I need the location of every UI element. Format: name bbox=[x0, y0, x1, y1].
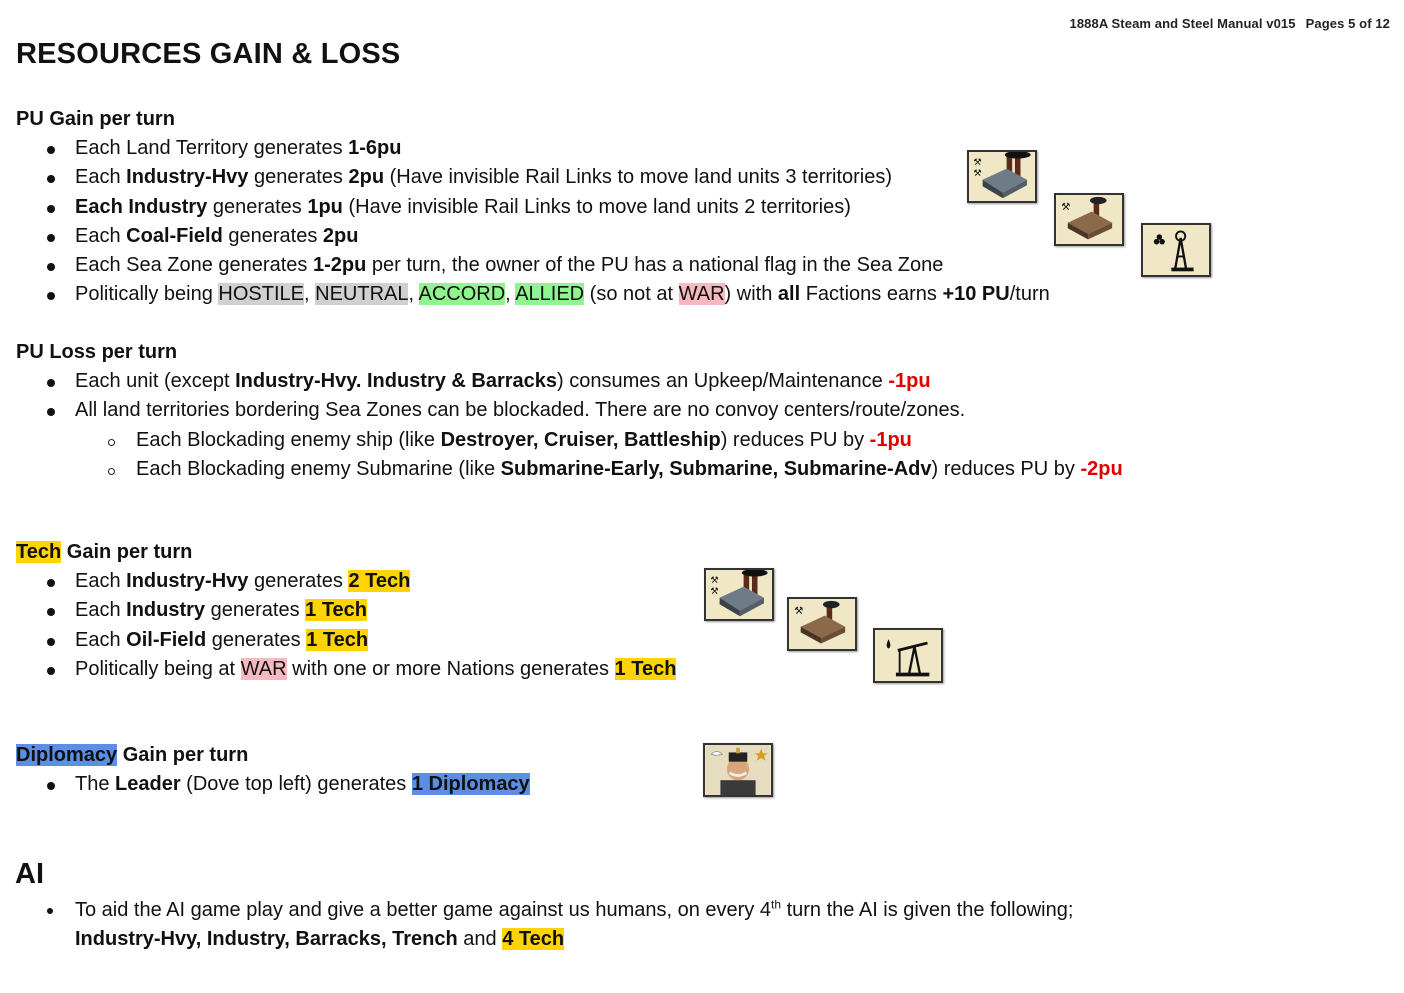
list-item: Each Industry-Hvy generates 2pu (Have in… bbox=[16, 163, 1050, 192]
industry-icon: ⚒ bbox=[1054, 193, 1124, 246]
sub-list-item: Each Blockading enemy ship (like Destroy… bbox=[16, 426, 1123, 455]
doc-title: 1888A Steam and Steel Manual v015 bbox=[1069, 16, 1296, 31]
war-tag: WAR bbox=[240, 657, 287, 680]
pu-loss-heading: PU Loss per turn bbox=[16, 341, 178, 363]
tech-gain-heading: Tech Gain per turn bbox=[16, 541, 193, 563]
accord-tag: ACCORD bbox=[418, 283, 506, 306]
allied-tag: ALLIED bbox=[515, 283, 585, 306]
leader-icon bbox=[703, 743, 773, 797]
industry-hvy-icon: ⚒ ⚒ bbox=[967, 150, 1037, 203]
war-tag: WAR bbox=[678, 283, 725, 306]
pu-loss-list: Each unit (except Industry-Hvy. Industry… bbox=[16, 367, 1123, 484]
list-item: Politically being HOSTILE, NEUTRAL, ACCO… bbox=[16, 280, 1050, 309]
list-item: Each Land Territory generates 1-6pu bbox=[16, 134, 1050, 163]
ai-heading: AI bbox=[15, 858, 44, 890]
svg-text:⚒: ⚒ bbox=[794, 606, 803, 617]
neutral-tag: NEUTRAL bbox=[315, 283, 409, 306]
pu-gain-heading: PU Gain per turn bbox=[16, 108, 175, 130]
diplomacy-gain-heading: Diplomacy Gain per turn bbox=[16, 744, 249, 766]
list-item: Each unit (except Industry-Hvy. Industry… bbox=[16, 367, 1123, 396]
list-item: Each Sea Zone generates 1-2pu per turn, … bbox=[16, 251, 1050, 280]
svg-text:⚒: ⚒ bbox=[710, 575, 718, 586]
oil-field-icon bbox=[873, 628, 943, 683]
tech-gain-section: Tech Gain per turn Each Industry-Hvy gen… bbox=[16, 538, 677, 684]
list-item: To aid the AI game play and give a bette… bbox=[16, 896, 1235, 955]
page-header: 1888A Steam and Steel Manual v015 Pages 5… bbox=[1070, 16, 1391, 31]
list-item: Each Coal-Field generates 2pu bbox=[16, 222, 1050, 251]
hostile-tag: HOSTILE bbox=[218, 283, 304, 306]
list-item: Politically being at WAR with one or mor… bbox=[16, 655, 677, 684]
industry-hvy-icon: ⚒ ⚒ bbox=[704, 568, 774, 621]
pu-gain-section: PU Gain per turn Each Land Territory gen… bbox=[16, 105, 1050, 310]
list-item: The Leader (Dove top left) generates 1 D… bbox=[16, 770, 530, 799]
list-item: Each Industry generates 1pu (Have invisi… bbox=[16, 193, 1050, 222]
list-item: Each Industry generates 1 Tech bbox=[16, 596, 676, 625]
svg-text:⚒: ⚒ bbox=[973, 157, 981, 168]
sub-list-item: Each Blockading enemy Submarine (like Su… bbox=[16, 455, 1123, 484]
list-item: All land territories bordering Sea Zones… bbox=[16, 396, 1123, 425]
pu-gain-list: Each Land Territory generates 1-6pu Each… bbox=[16, 134, 1050, 310]
diplomacy-gain-section: Diplomacy Gain per turn The Leader (Dove… bbox=[16, 741, 530, 799]
list-item: Each Oil-Field generates 1 Tech bbox=[16, 626, 676, 655]
page-count: Pages 5 of 12 bbox=[1305, 16, 1390, 31]
coal-field-icon bbox=[1141, 223, 1211, 277]
svg-text:⚒: ⚒ bbox=[973, 168, 981, 179]
svg-text:⚒: ⚒ bbox=[1061, 202, 1070, 213]
tech-gain-list: Each Industry-Hvy generates 2 Tech Each … bbox=[16, 567, 677, 684]
svg-text:⚒: ⚒ bbox=[710, 586, 718, 597]
page-title: RESOURCES GAIN & LOSS bbox=[16, 38, 401, 70]
list-item: Each Industry-Hvy generates 2 Tech bbox=[16, 567, 676, 596]
ai-section: To aid the AI game play and give a bette… bbox=[16, 896, 1235, 955]
diplomacy-gain-list: The Leader (Dove top left) generates 1 D… bbox=[16, 770, 530, 799]
industry-icon: ⚒ bbox=[787, 597, 857, 651]
pu-loss-section: PU Loss per turn Each unit (except Indus… bbox=[16, 338, 1123, 484]
